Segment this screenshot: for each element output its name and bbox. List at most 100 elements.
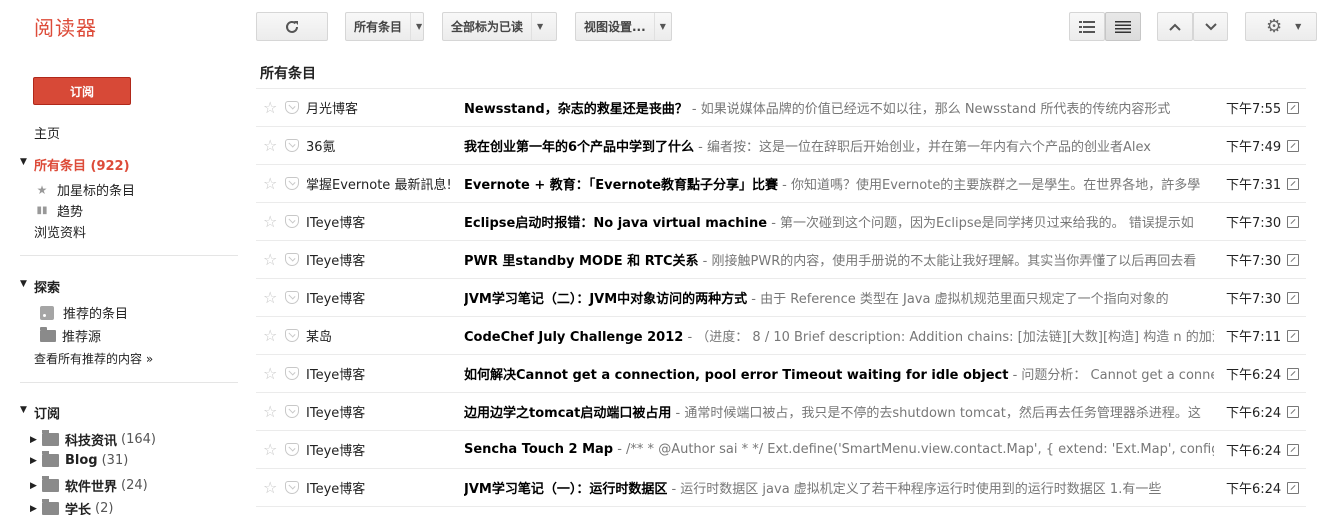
sidebar-folder[interactable]: ▶ 学长 (2) [30, 499, 113, 515]
refresh-icon [286, 20, 298, 33]
expand-arrow-icon[interactable]: ▶ [30, 504, 42, 514]
tag-icon[interactable] [285, 215, 299, 228]
star-icon[interactable]: ☆ [263, 174, 277, 193]
subscribe-button[interactable]: 订阅 [33, 77, 131, 105]
folder-count: (31) [101, 453, 129, 468]
star-icon[interactable]: ☆ [263, 212, 277, 231]
chevron-down-icon: ▼ [653, 13, 671, 40]
star-icon[interactable]: ☆ [263, 136, 277, 155]
entry-title: 边用边学之tomcat启动端口被占用 [464, 406, 672, 421]
expand-arrow-icon[interactable]: ▶ [30, 456, 42, 466]
entry-text: JVM学习笔记（一）：运行时数据区 - 运行时数据区 java 虚拟机定义了若干… [464, 478, 1214, 497]
collapse-arrow-icon[interactable]: ▼ [20, 157, 27, 167]
next-item-button[interactable] [1193, 12, 1228, 41]
entry-snippet: - 你知道嗎？使用Evernote的主要族群之一是學生。在世界各地，許多學 [778, 178, 1201, 193]
expanded-view-button[interactable] [1105, 12, 1141, 41]
entry-row[interactable]: ☆ ITeye博客 PWR 里standby MODE 和 RTC关系 - 刚接… [256, 241, 1306, 279]
star-icon[interactable]: ☆ [263, 364, 277, 383]
sidebar-folder[interactable]: ▶ 科技资讯 (164) [30, 430, 156, 449]
entry-source: ITeye博客 [306, 444, 366, 459]
star-icon[interactable]: ☆ [263, 250, 277, 269]
chevron-down-icon: ▼ [531, 13, 548, 40]
entry-row[interactable]: ☆ ITeye博客 JVM学习笔记（二）：JVM中对象访问的两种方式 - 由于 … [256, 279, 1306, 317]
tag-icon[interactable] [285, 329, 299, 342]
star-icon: ★ [36, 182, 48, 197]
sidebar-item-home[interactable]: 主页 [34, 123, 60, 142]
tag-icon[interactable] [285, 177, 299, 190]
entry-row[interactable]: ☆ ITeye博客 如何解决Cannot get a connection, p… [256, 355, 1306, 393]
entry-row[interactable]: ☆ ITeye博客 边用边学之tomcat启动端口被占用 - 通常时候端口被占，… [256, 393, 1306, 431]
open-external-icon[interactable] [1287, 139, 1299, 152]
star-icon[interactable]: ☆ [263, 98, 277, 117]
entry-title: 如何解决Cannot get a connection, pool error … [464, 368, 1009, 383]
sidebar-divider [20, 382, 238, 383]
chevron-down-icon: ▼ [1295, 22, 1302, 31]
entry-snippet: - 问题分析： Cannot get a connection, [1012, 368, 1214, 383]
entry-title: JVM学习笔记（二）：JVM中对象访问的两种方式 [464, 292, 748, 307]
tag-icon[interactable] [285, 481, 299, 494]
view-settings-dropdown[interactable]: 视图设置... ▼ [575, 12, 672, 41]
entry-row[interactable]: ☆ 月光博客 Newsstand，杂志的救星还是丧曲？ - 如果说媒体品牌的价值… [256, 89, 1306, 127]
refresh-button[interactable] [256, 12, 328, 41]
open-external-icon[interactable] [1287, 291, 1299, 304]
star-icon[interactable]: ☆ [263, 402, 277, 421]
explore-section-title[interactable]: 探索 [34, 277, 60, 296]
open-external-icon[interactable] [1287, 101, 1299, 114]
open-external-icon[interactable] [1287, 405, 1299, 418]
settings-button[interactable]: ⚙ ▼ [1245, 12, 1317, 41]
sidebar-item-starred[interactable]: ★ 加星标的条目 [34, 180, 136, 200]
star-icon[interactable]: ☆ [263, 440, 277, 459]
open-external-icon[interactable] [1287, 367, 1299, 380]
entry-row[interactable]: ☆ 36氪 我在创业第一年的6个产品中学到了什么 - 编者按：这是一位在辞职后开… [256, 127, 1306, 165]
entry-row[interactable]: ☆ ITeye博客 Sencha Touch 2 Map - /** * @Au… [256, 431, 1306, 469]
entry-text: 如何解决Cannot get a connection, pool error … [464, 364, 1214, 383]
entry-row[interactable]: ☆ ITeye博客 Eclipse启动时报错：No java virtual m… [256, 203, 1306, 241]
tag-icon[interactable] [285, 253, 299, 266]
sidebar-item-recommended-sources[interactable]: 推荐源 [40, 326, 101, 345]
filter-dropdown[interactable]: 所有条目 ▼ [345, 12, 424, 41]
sidebar-item-recommended-items[interactable]: 推荐的条目 [40, 303, 128, 322]
entry-time: 下午6:24 [1226, 368, 1282, 383]
entry-row[interactable]: ☆ 某岛 CodeChef July Challenge 2012 - （进度：… [256, 317, 1306, 355]
open-external-icon[interactable] [1287, 329, 1299, 342]
open-external-icon[interactable] [1287, 215, 1299, 228]
entry-snippet: - /** * @Author sai * */ Ext.define('Sma… [613, 442, 1214, 457]
expand-arrow-icon[interactable]: ▶ [30, 481, 42, 491]
tag-icon[interactable] [285, 367, 299, 380]
open-external-icon[interactable] [1287, 253, 1299, 266]
view-all-recommendations-link[interactable]: 查看所有推荐的内容 » [34, 350, 153, 367]
sidebar-item-trends[interactable]: ▮▮ 趋势 [34, 201, 83, 220]
sidebar-folder[interactable]: ▶ 软件世界 (24) [30, 476, 148, 495]
sidebar-item-all-items[interactable]: 所有条目 (922) [34, 155, 130, 174]
star-icon[interactable]: ☆ [263, 478, 277, 497]
app-logo[interactable]: 阅读器 [34, 12, 97, 41]
list-view-button[interactable] [1069, 12, 1105, 41]
entry-text: Eclipse启动时报错：No java virtual machine - 第… [464, 212, 1214, 231]
folder-name: 科技资讯 [65, 434, 118, 449]
open-external-icon[interactable] [1287, 443, 1299, 456]
sidebar-item-starred-label: 加星标的条目 [57, 184, 136, 199]
expand-arrow-icon[interactable]: ▶ [30, 435, 42, 445]
sidebar-item-browse[interactable]: 浏览资料 [34, 222, 86, 241]
folder-count: (24) [121, 478, 148, 493]
tag-icon[interactable] [285, 101, 299, 114]
tag-icon[interactable] [285, 291, 299, 304]
open-external-icon[interactable] [1287, 481, 1299, 494]
sidebar-folder[interactable]: ▶ Blog (31) [30, 451, 129, 468]
entry-row[interactable]: ☆ ITeye博客 JVM学习笔记（一）：运行时数据区 - 运行时数据区 jav… [256, 469, 1306, 507]
previous-item-button[interactable] [1157, 12, 1193, 41]
tag-icon[interactable] [285, 443, 299, 456]
collapse-arrow-icon[interactable]: ▼ [20, 279, 27, 289]
folder-name: 学长 [65, 503, 92, 515]
star-icon[interactable]: ☆ [263, 326, 277, 345]
collapse-arrow-icon[interactable]: ▼ [20, 405, 27, 415]
tag-icon[interactable] [285, 139, 299, 152]
star-icon[interactable]: ☆ [263, 288, 277, 307]
entry-row[interactable]: ☆ 掌握Evernote 最新訊息! Evernote + 教育：「Everno… [256, 165, 1306, 203]
tag-icon[interactable] [285, 405, 299, 418]
entry-title: CodeChef July Challenge 2012 [464, 330, 684, 345]
subscriptions-section-title[interactable]: 订阅 [34, 403, 60, 422]
open-external-icon[interactable] [1287, 177, 1299, 190]
mark-all-read-button[interactable]: 全部标为已读 ▼ [442, 12, 557, 41]
entry-snippet: - （进度： 8 / 10 Brief description: Additio… [683, 330, 1214, 345]
